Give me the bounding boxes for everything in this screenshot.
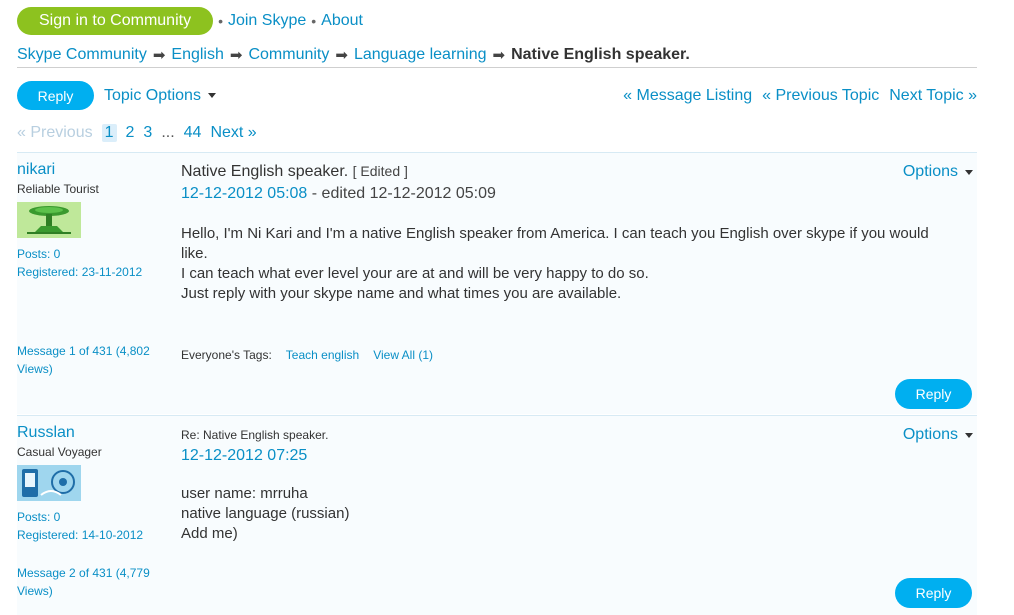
message-body-line: Add me) xyxy=(181,525,238,542)
message-body-line: I can teach what ever level your are at … xyxy=(181,265,649,282)
message-options-menu[interactable]: Options xyxy=(903,163,973,181)
message-body-line: user name: mrruha xyxy=(181,485,308,502)
message-body-line: Just reply with your skype name and what… xyxy=(181,285,622,302)
pager-next[interactable]: Next » xyxy=(210,124,256,142)
message-count-line: Views) xyxy=(17,584,53,598)
message-date-link[interactable]: 12-12-2012 05:08 xyxy=(181,185,307,202)
message-count-line: Message 2 of 431 (4,779 xyxy=(17,566,150,580)
post-count: Posts: 0 xyxy=(17,510,61,524)
sign-in-button[interactable]: Sign in to Community xyxy=(17,7,214,35)
topic-options-label: Topic Options xyxy=(104,86,201,104)
message-options-menu[interactable]: Options xyxy=(903,426,973,444)
breadcrumb-current: Native English speaker. xyxy=(511,45,690,63)
author-name-link[interactable]: Russlan xyxy=(17,424,167,442)
join-skype-link[interactable]: Join Skype xyxy=(228,12,306,30)
message-reply-button[interactable]: Reply xyxy=(895,379,972,409)
message-body: user name: mrruha native language (russi… xyxy=(181,484,971,544)
breadcrumb-language-learning[interactable]: Language learning xyxy=(354,46,487,64)
pager-previous: « Previous xyxy=(17,124,93,141)
author-name-link[interactable]: nikari xyxy=(17,161,167,179)
message-subject: Re: Native English speaker. xyxy=(181,428,329,442)
pager-page-3[interactable]: 3 xyxy=(143,124,152,142)
author-panel: nikari Reliable Tourist Posts: 0 Registe… xyxy=(17,161,167,281)
topic-options-menu[interactable]: Topic Options xyxy=(104,87,216,105)
author-rank: Reliable Tourist xyxy=(17,182,99,196)
message-body-line: like. xyxy=(181,245,208,262)
message-body-line: native language (russian) xyxy=(181,505,350,522)
pager-page-current: 1 xyxy=(101,124,117,142)
topic-action-row: Reply Topic Options « Message Listing « … xyxy=(17,81,977,110)
message-count-line: Views) xyxy=(17,362,53,376)
breadcrumb-english[interactable]: English xyxy=(171,46,223,64)
previous-topic-link[interactable]: « Previous Topic xyxy=(762,87,879,105)
arrow-right-icon: ➡ xyxy=(152,46,166,64)
message-listing-link[interactable]: « Message Listing xyxy=(623,87,752,105)
caret-down-icon xyxy=(965,169,973,175)
pager-page-2[interactable]: 2 xyxy=(126,124,135,142)
pager-page-last[interactable]: 44 xyxy=(184,124,202,142)
options-label: Options xyxy=(902,163,958,180)
separator: • xyxy=(218,13,223,29)
view-all-tags-link[interactable]: View All (1) xyxy=(373,348,433,362)
pager-ellipsis: ... xyxy=(161,124,175,141)
avatar[interactable] xyxy=(17,465,81,501)
registered-date: Registered: 23-11-2012 xyxy=(17,265,143,279)
message-body: Hello, I'm Ni Kari and I'm a native Engl… xyxy=(181,224,971,304)
arrow-right-icon: ➡ xyxy=(492,46,506,64)
reply-button[interactable]: Reply xyxy=(17,81,94,110)
message-body-line: Hello, I'm Ni Kari and I'm a native Engl… xyxy=(181,225,929,242)
options-label: Options xyxy=(902,426,958,443)
about-link[interactable]: About xyxy=(321,12,363,30)
avatar[interactable] xyxy=(17,202,81,238)
pagination: « Previous 1 2 3 ... 44 Next » xyxy=(17,122,257,144)
post-count: Posts: 0 xyxy=(17,247,61,261)
breadcrumb-community[interactable]: Community xyxy=(248,46,329,64)
message-post: Russlan Casual Voyager Posts: 0 Register… xyxy=(17,415,977,615)
message-subject: Native English speaker. xyxy=(181,163,349,180)
author-panel: Russlan Casual Voyager Posts: 0 Register… xyxy=(17,424,167,544)
registered-date: Registered: 14-10-2012 xyxy=(17,528,144,542)
tags-label: Everyone's Tags: xyxy=(181,348,272,362)
arrow-right-icon: ➡ xyxy=(229,46,243,64)
message-count-link[interactable]: Message 2 of 431 (4,779 Views) xyxy=(17,564,157,600)
message-post: nikari Reliable Tourist Posts: 0 Registe… xyxy=(17,152,977,414)
message-reply-button[interactable]: Reply xyxy=(895,578,972,608)
arrow-right-icon: ➡ xyxy=(335,46,348,64)
top-bar: Sign in to Community • Join Skype • Abou… xyxy=(17,7,363,35)
message-content: Native English speaker. [ Edited ] 12-12… xyxy=(181,163,971,304)
author-rank: Casual Voyager xyxy=(17,445,102,459)
breadcrumb-skype-community[interactable]: Skype Community xyxy=(17,46,147,64)
tags-row: Everyone's Tags: Teach english View All … xyxy=(181,348,433,362)
separator: • xyxy=(311,13,317,29)
caret-down-icon xyxy=(965,432,973,438)
breadcrumb: Skype Community ➡ English ➡ Community ➡ … xyxy=(17,44,977,68)
edited-info: - edited 12-12-2012 05:09 xyxy=(307,185,496,202)
message-count-line: Message 1 of 431 (4,802 xyxy=(17,344,150,358)
topic-navigation: « Message Listing « Previous Topic Next … xyxy=(623,87,977,105)
caret-down-icon xyxy=(207,93,216,98)
message-content: Re: Native English speaker. 12-12-2012 0… xyxy=(181,426,971,544)
edited-tag: [ Edited ] xyxy=(352,163,408,179)
tag-link[interactable]: Teach english xyxy=(286,348,359,362)
message-date-link[interactable]: 12-12-2012 07:25 xyxy=(181,447,307,464)
next-topic-link[interactable]: Next Topic » xyxy=(889,87,977,105)
message-count-link[interactable]: Message 1 of 431 (4,802 Views) xyxy=(17,342,157,378)
